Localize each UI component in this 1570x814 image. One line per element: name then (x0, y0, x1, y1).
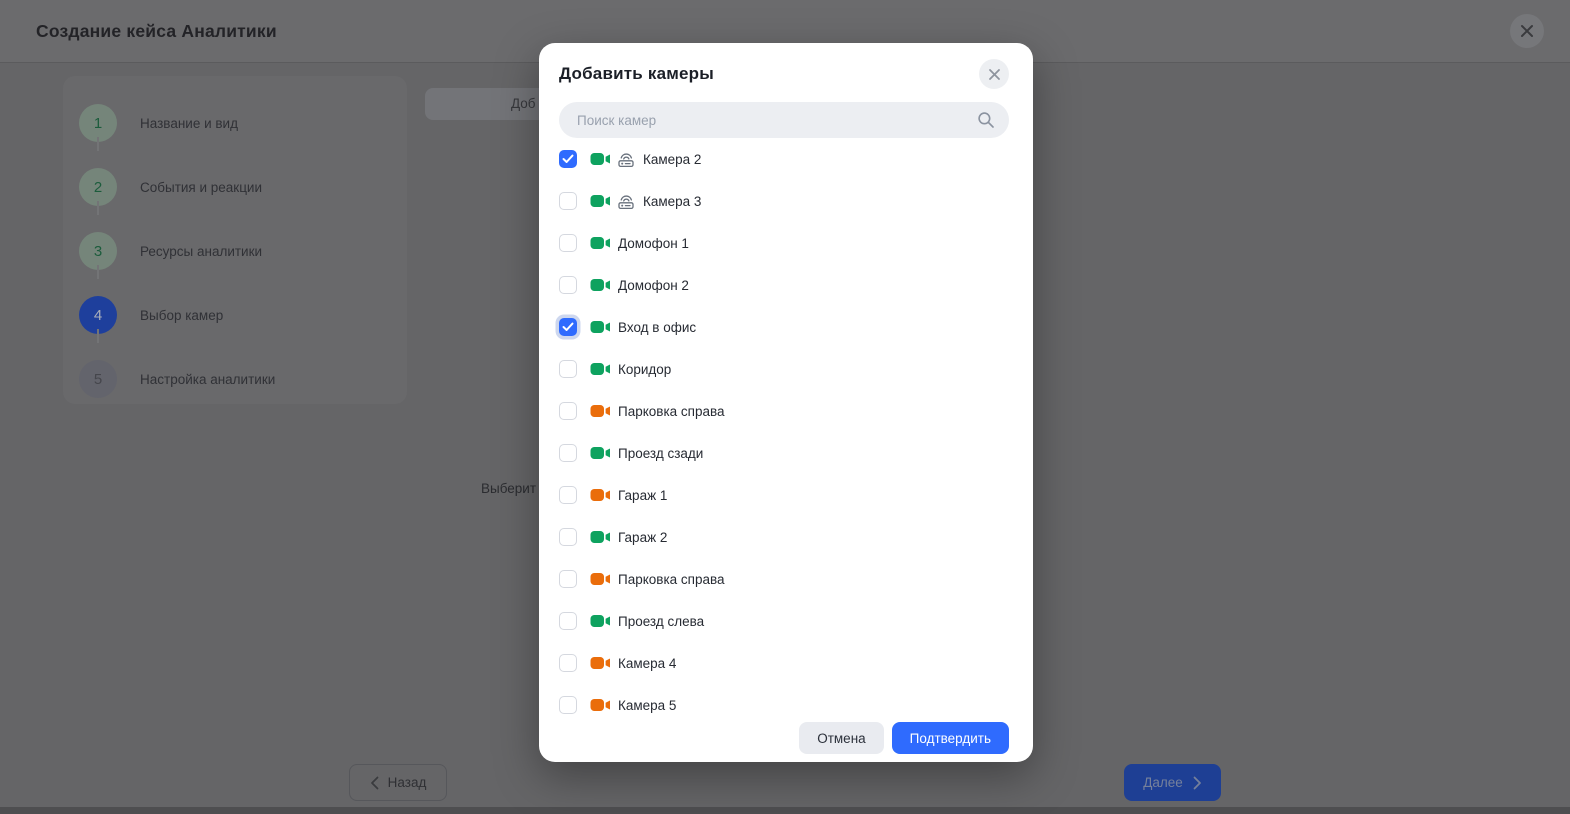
check-icon (562, 154, 574, 164)
camera-checkbox[interactable] (559, 318, 577, 336)
add-cameras-background-button-label: Доб (511, 96, 536, 111)
camera-name: Проезд сзади (618, 446, 703, 461)
confirm-button[interactable]: Подтвердить (892, 722, 1009, 754)
camera-name: Камера 2 (643, 152, 701, 167)
step-label: Ресурсы аналитики (140, 244, 262, 259)
step-number-badge: 2 (79, 168, 117, 206)
camera-row[interactable]: Проезд слева (559, 600, 1009, 642)
camera-icon (590, 572, 611, 586)
camera-icon (590, 446, 611, 460)
search-icon (977, 111, 995, 129)
page-title: Создание кейса Аналитики (36, 0, 277, 62)
stepper-step-3[interactable]: 3 Ресурсы аналитики (79, 219, 407, 283)
camera-name: Коридор (618, 362, 671, 377)
step-number-badge: 4 (79, 296, 117, 334)
camera-icon (590, 614, 611, 628)
close-icon (988, 68, 1001, 81)
camera-name: Парковка справа (618, 404, 725, 419)
camera-row[interactable]: Вход в офис (559, 306, 1009, 348)
camera-row[interactable]: Парковка справа (559, 558, 1009, 600)
camera-row[interactable]: Камера 2 (559, 138, 1009, 180)
bottom-edge-strip (0, 807, 1570, 814)
camera-checkbox[interactable] (559, 402, 577, 420)
next-button-label: Далее (1143, 775, 1183, 790)
step-number-badge: 5 (79, 360, 117, 398)
camera-row[interactable]: Проезд сзади (559, 432, 1009, 474)
camera-checkbox[interactable] (559, 486, 577, 504)
check-icon (562, 322, 574, 332)
camera-row[interactable]: Камера 3 (559, 180, 1009, 222)
step-label: События и реакции (140, 180, 262, 195)
camera-checkbox[interactable] (559, 570, 577, 588)
background-hint-text: Выберит (481, 481, 536, 496)
camera-row[interactable]: Камера 4 (559, 642, 1009, 684)
camera-name: Камера 3 (643, 194, 701, 209)
camera-name: Парковка справа (618, 572, 725, 587)
next-button[interactable]: Далее (1124, 764, 1221, 801)
camera-name: Проезд слева (618, 614, 704, 629)
camera-checkbox[interactable] (559, 150, 577, 168)
camera-name: Вход в офис (618, 320, 696, 335)
chevron-left-icon (370, 776, 379, 790)
step-number-badge: 1 (79, 104, 117, 142)
camera-checkbox[interactable] (559, 234, 577, 252)
camera-icon (590, 656, 611, 670)
step-number-badge: 3 (79, 232, 117, 270)
modal-title: Добавить камеры (559, 59, 714, 84)
close-icon (1520, 24, 1534, 38)
camera-icon (590, 362, 611, 376)
camera-checkbox[interactable] (559, 528, 577, 546)
stepper-step-1[interactable]: 1 Название и вид (79, 91, 407, 155)
camera-row[interactable]: Гараж 1 (559, 474, 1009, 516)
camera-checkbox[interactable] (559, 192, 577, 210)
chevron-right-icon (1193, 776, 1202, 790)
step-label: Название и вид (140, 116, 238, 131)
page: Создание кейса Аналитики 1 Название и ви… (0, 0, 1570, 814)
camera-checkbox[interactable] (559, 612, 577, 630)
camera-row[interactable]: Домофон 2 (559, 264, 1009, 306)
camera-checkbox[interactable] (559, 360, 577, 378)
back-button-label: Назад (388, 775, 427, 790)
camera-row[interactable]: Парковка справа (559, 390, 1009, 432)
camera-row[interactable]: Домофон 1 (559, 222, 1009, 264)
camera-checkbox[interactable] (559, 444, 577, 462)
wireless-device-icon (617, 151, 635, 168)
modal-close-button[interactable] (979, 59, 1009, 89)
add-cameras-modal: Добавить камеры Камера 2 (539, 43, 1033, 762)
step-label: Настройка аналитики (140, 372, 275, 387)
camera-name: Гараж 2 (618, 530, 667, 545)
camera-checkbox[interactable] (559, 276, 577, 294)
camera-icon (590, 152, 611, 166)
camera-search-input[interactable] (575, 112, 977, 129)
camera-row[interactable]: Камера 5 (559, 684, 1009, 726)
camera-name: Домофон 2 (618, 278, 689, 293)
step-label: Выбор камер (140, 308, 223, 323)
stepper-step-2[interactable]: 2 События и реакции (79, 155, 407, 219)
camera-icon (590, 236, 611, 250)
page-close-button[interactable] (1510, 14, 1544, 48)
camera-icon (590, 698, 611, 712)
camera-checkbox[interactable] (559, 696, 577, 714)
camera-row[interactable]: Коридор (559, 348, 1009, 390)
camera-icon (590, 320, 611, 334)
camera-name: Камера 4 (618, 656, 676, 671)
camera-list: Камера 2 Камера 3 (559, 138, 1009, 726)
camera-row[interactable]: Гараж 2 (559, 516, 1009, 558)
cancel-button[interactable]: Отмена (799, 722, 883, 754)
stepper-step-4[interactable]: 4 Выбор камер (79, 283, 407, 347)
camera-icon (590, 404, 611, 418)
back-button[interactable]: Назад (349, 764, 447, 801)
camera-checkbox[interactable] (559, 654, 577, 672)
camera-name: Домофон 1 (618, 236, 689, 251)
camera-name: Гараж 1 (618, 488, 667, 503)
camera-icon (590, 194, 611, 208)
camera-icon (590, 530, 611, 544)
camera-icon (590, 488, 611, 502)
camera-name: Камера 5 (618, 698, 676, 713)
wireless-device-icon (617, 193, 635, 210)
camera-search-field[interactable] (559, 102, 1009, 138)
camera-icon (590, 278, 611, 292)
stepper-step-5[interactable]: 5 Настройка аналитики (79, 347, 407, 411)
wizard-stepper-card: 1 Название и вид 2 События и реакции 3 Р… (63, 76, 407, 404)
